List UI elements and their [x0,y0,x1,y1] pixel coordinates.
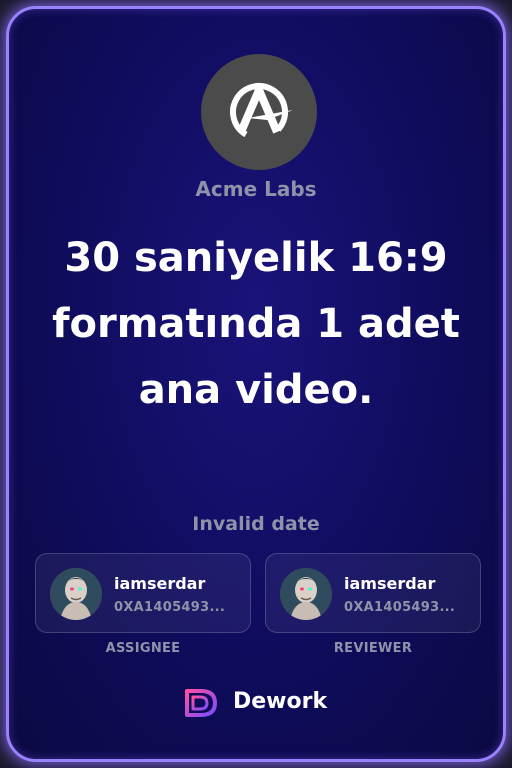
reviewer-avatar [280,568,332,620]
reviewer-address: 0XA1405493... [344,600,456,615]
task-card: Acme Labs 30 saniyelik 16:9 formatında 1… [6,6,506,762]
reviewer-label: REVIEWER [333,641,413,656]
task-title: 30 saniyelik 16:9 formatında 1 adet ana … [52,235,460,413]
task-date: Invalid date [192,513,320,535]
reviewer-card[interactable]: iamserdar 0XA1405493... [265,553,481,633]
reviewer-name: iamserdar [344,574,436,593]
acme-a-logo-icon [230,83,293,141]
assignee-label: ASSIGNEE [105,641,181,656]
organization-name: Acme Labs [195,177,317,201]
organization-logo [201,54,317,170]
dework-logo-icon [185,689,217,717]
assignee-address: 0XA1405493... [114,600,226,615]
assignee-avatar [50,568,102,620]
dework-brand-name[interactable]: Dework [233,689,327,714]
assignee-card[interactable]: iamserdar 0XA1405493... [35,553,251,633]
assignee-name: iamserdar [114,574,206,593]
